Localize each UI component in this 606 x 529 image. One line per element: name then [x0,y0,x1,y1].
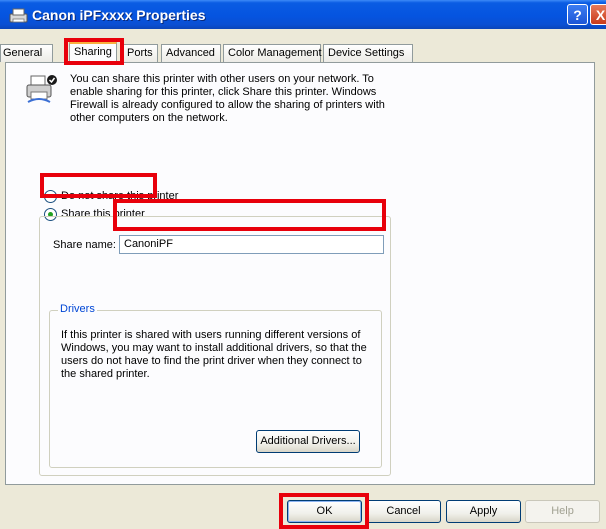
tab-device-settings[interactable]: Device Settings [323,44,413,62]
window-title: Canon iPFxxxx Properties [32,7,206,23]
title-bar[interactable]: Canon iPFxxxx Properties ? X [0,0,606,29]
apply-button[interactable]: Apply [446,500,521,523]
help-title-button[interactable]: ? [567,4,588,25]
sharing-panel: You can share this printer with other us… [5,62,595,485]
do-not-share-label: Do not share this printer [61,190,179,202]
shared-printer-icon [26,75,57,103]
help-button[interactable]: Help [525,500,600,523]
tab-strip: General Sharing Ports Advanced Color Man… [0,42,606,63]
tab-color-management[interactable]: Color Management [223,44,322,62]
properties-dialog: General Sharing Ports Advanced Color Man… [0,29,606,529]
additional-drivers-button[interactable]: Additional Drivers... [256,430,360,453]
close-button[interactable]: X [590,4,606,25]
do-not-share-radio[interactable] [44,189,57,203]
tab-ports[interactable]: Ports [122,44,158,62]
tab-sharing[interactable]: Sharing [69,42,117,63]
ok-button[interactable]: OK [287,500,362,523]
tab-advanced[interactable]: Advanced [161,44,221,62]
printer-icon [9,8,28,23]
share-name-label: Share name: [53,239,116,251]
tab-general[interactable]: General [0,44,53,62]
cancel-button[interactable]: Cancel [366,500,441,523]
drivers-description: If this printer is shared with users run… [61,329,367,380]
drivers-group-label: Drivers [58,303,97,315]
do-not-share-option[interactable]: Do not share this printer [44,188,178,204]
share-name-input[interactable]: CanoniPF [119,235,384,254]
sharing-intro-text: You can share this printer with other us… [70,73,385,124]
